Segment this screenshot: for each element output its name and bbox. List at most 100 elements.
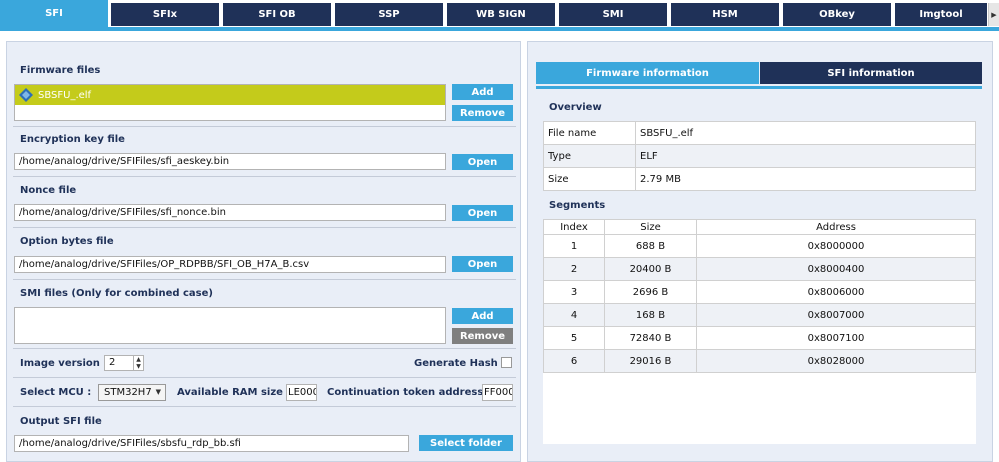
tab-hsm[interactable]: HSM (671, 3, 779, 26)
segment-index: 5 (543, 326, 605, 350)
tab-imgtool[interactable]: Imgtool (895, 3, 987, 26)
segment-size: 168 B (604, 303, 697, 327)
segment-size: 688 B (604, 234, 697, 258)
segment-address: 0x8000000 (696, 234, 976, 258)
segments-title: Segments (549, 200, 606, 211)
file-info-panel: Firmware information SFI information Ove… (527, 41, 993, 462)
column-header-index: Index (543, 219, 605, 235)
segment-size: 20400 B (604, 257, 697, 281)
continuation-token-label: Continuation token address (327, 387, 484, 398)
segment-size: 72840 B (604, 326, 697, 350)
segment-index: 4 (543, 303, 605, 327)
open-nonce-file-button[interactable]: Open (452, 205, 513, 221)
tab-wb-sign[interactable]: WB SIGN (447, 3, 555, 26)
segment-index: 6 (543, 349, 605, 373)
encryption-key-path-input[interactable]: /home/analog/drive/SFIFiles/sfi_aeskey.b… (14, 153, 446, 170)
tab-smi[interactable]: SMI (559, 3, 667, 26)
tab-sfi[interactable]: SFI (0, 0, 108, 27)
tab-sfi-ob[interactable]: SFI OB (223, 3, 331, 26)
segments-table: Index Size Address 1 688 B 0x8000000 2 20400… (543, 219, 976, 444)
segment-address: 0x8007000 (696, 303, 976, 327)
remove-firmware-button[interactable]: Remove (452, 105, 513, 121)
info-tab-underline (536, 86, 982, 89)
sfi-settings-panel: Firmware files SBSFU_.elf Add Remove Enc… (6, 41, 521, 462)
option-bytes-label: Option bytes file (20, 236, 114, 247)
segment-address: 0x8006000 (696, 280, 976, 304)
output-sfi-label: Output SFI file (20, 416, 102, 427)
generate-hash-label: Generate Hash (414, 358, 498, 369)
option-bytes-path-input[interactable]: /home/analog/drive/SFIFiles/OP_RDPBB/SFI… (14, 256, 446, 273)
remove-smi-button[interactable]: Remove (452, 328, 513, 344)
tab-sfi-information[interactable]: SFI information (760, 62, 982, 84)
segment-address: 0x8007100 (696, 326, 976, 350)
segment-address: 0x8028000 (696, 349, 976, 373)
spinner-arrows-icon[interactable]: ▲ ▼ (133, 356, 143, 370)
segment-address: 0x8000400 (696, 257, 976, 281)
image-version-spinbox[interactable]: 2 ▲ ▼ (104, 355, 144, 371)
chevron-right-icon[interactable]: ▶ (988, 3, 999, 26)
encryption-key-label: Encryption key file (20, 134, 125, 145)
firmware-files-list[interactable]: SBSFU_.elf (14, 84, 446, 121)
segment-index: 1 (543, 234, 605, 258)
firmware-file-name: SBSFU_.elf (38, 89, 92, 101)
image-version-value: 2 (109, 357, 116, 368)
divider (13, 126, 516, 127)
overview-key: File name (543, 121, 636, 145)
available-ram-input[interactable]: LE000 (286, 384, 317, 401)
divider (13, 279, 516, 280)
overview-value: SBSFU_.elf (635, 121, 976, 145)
overview-key: Size (543, 167, 636, 191)
mcu-select-value: STM32H7 (104, 387, 152, 398)
table-row[interactable]: 1 688 B 0x8000000 (543, 234, 976, 258)
divider (13, 227, 516, 228)
generate-hash-checkbox[interactable] (501, 357, 512, 368)
tab-ssp[interactable]: SSP (335, 3, 443, 26)
overview-key: Type (543, 144, 636, 168)
overview-value: ELF (635, 144, 976, 168)
tab-obkey[interactable]: OBkey (783, 3, 891, 26)
tab-strip-underline (0, 27, 999, 31)
divider (13, 406, 516, 407)
select-folder-button[interactable]: Select folder (419, 435, 513, 451)
image-version-label: Image version (20, 358, 100, 369)
segment-index: 2 (543, 257, 605, 281)
overview-value: 2.79 MB (635, 167, 976, 191)
table-row: File name SBSFU_.elf (543, 121, 976, 145)
main-tab-strip: SFI SFIx SFI OB SSP WB SIGN SMI HSM OBke… (0, 0, 999, 31)
smi-files-label: SMI files (Only for combined case) (20, 288, 213, 299)
output-sfi-path-input[interactable]: /home/analog/drive/SFIFiles/sbsfu_rdp_bb… (14, 435, 409, 452)
nonce-file-label: Nonce file (20, 185, 77, 196)
add-firmware-button[interactable]: Add (452, 84, 513, 100)
segment-size: 2696 B (604, 280, 697, 304)
table-row[interactable]: 3 2696 B 0x8006000 (543, 280, 976, 304)
open-encryption-key-button[interactable]: Open (452, 154, 513, 170)
table-row[interactable]: 5 72840 B 0x8007100 (543, 326, 976, 350)
segment-size: 29016 B (604, 349, 697, 373)
add-smi-button[interactable]: Add (452, 308, 513, 324)
nonce-file-path-input[interactable]: /home/analog/drive/SFIFiles/sfi_nonce.bi… (14, 204, 446, 221)
table-row[interactable]: 4 168 B 0x8007000 (543, 303, 976, 327)
overview-table: File name SBSFU_.elf Type ELF Size 2.79 MB (543, 121, 976, 191)
list-item[interactable]: SBSFU_.elf (15, 85, 445, 105)
column-header-size: Size (604, 219, 697, 235)
divider (13, 377, 516, 378)
chevron-down-icon: ▼ (155, 388, 161, 396)
segment-index: 3 (543, 280, 605, 304)
table-row: Size 2.79 MB (543, 167, 976, 191)
overview-title: Overview (549, 102, 602, 113)
tab-firmware-information[interactable]: Firmware information (536, 62, 759, 84)
tab-sfix[interactable]: SFIx (111, 3, 219, 26)
open-option-bytes-button[interactable]: Open (452, 256, 513, 272)
table-row[interactable]: 2 20400 B 0x8000400 (543, 257, 976, 281)
column-header-address: Address (696, 219, 976, 235)
divider (13, 176, 516, 177)
table-row: Type ELF (543, 144, 976, 168)
select-mcu-label: Select MCU : (20, 387, 92, 398)
divider (13, 348, 516, 349)
continuation-token-input[interactable]: FF000 (482, 384, 513, 401)
mcu-select[interactable]: STM32H7 ▼ (98, 384, 166, 401)
smi-files-list[interactable] (14, 307, 446, 344)
firmware-files-label: Firmware files (20, 65, 101, 76)
file-diamond-icon (18, 87, 34, 103)
table-row[interactable]: 6 29016 B 0x8028000 (543, 349, 976, 373)
